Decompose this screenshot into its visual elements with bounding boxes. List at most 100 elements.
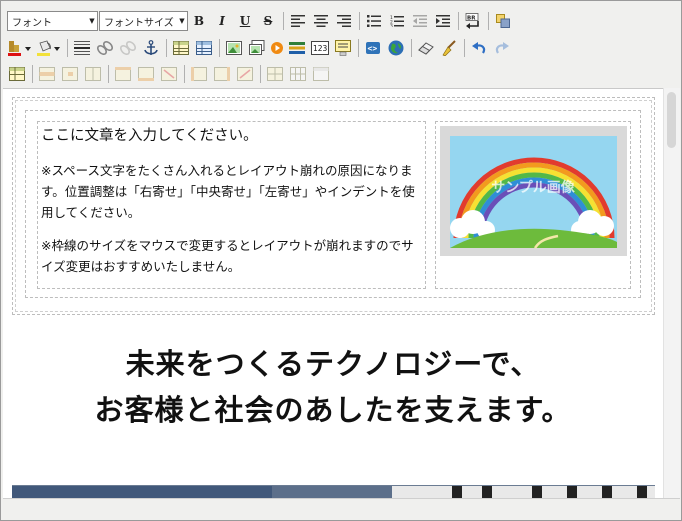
table-delete-button[interactable] (311, 64, 331, 84)
align-center-icon (314, 15, 328, 27)
layer-icon (496, 14, 510, 28)
align-center-button[interactable] (311, 11, 331, 31)
table-icon (173, 41, 189, 55)
line-break-button[interactable]: BR (463, 11, 483, 31)
bold-button[interactable]: B (189, 11, 209, 31)
character-count-button[interactable]: 123 (310, 38, 330, 58)
color-bars-icon (289, 42, 305, 54)
delete-column-button[interactable] (235, 64, 255, 84)
insert-column-after-button[interactable] (212, 64, 232, 84)
link-button[interactable] (95, 38, 115, 58)
layer-button[interactable] (493, 11, 513, 31)
unlink-button[interactable] (118, 38, 138, 58)
table-grid-icon (290, 67, 306, 81)
toolbar-row-3 (1, 62, 681, 86)
table-insert-button[interactable] (7, 64, 27, 84)
chevron-down-icon: ▼ (89, 17, 95, 25)
table-empty-icon (313, 67, 329, 81)
color-bars-button[interactable] (287, 38, 307, 58)
vertical-scrollbar[interactable] (663, 88, 680, 498)
anchor-button[interactable] (141, 38, 161, 58)
source-code-button[interactable]: <> (363, 38, 383, 58)
toolbar-separator (166, 39, 167, 57)
scrollbar-thumb[interactable] (667, 92, 676, 148)
insert-column-before-button[interactable] (189, 64, 209, 84)
image-icon (226, 41, 242, 55)
indent-button[interactable] (433, 11, 453, 31)
merge-table-cells-button[interactable] (288, 64, 308, 84)
globe-icon (388, 40, 404, 56)
photo-banner (12, 485, 655, 498)
media-button[interactable] (270, 38, 284, 58)
undo-button[interactable] (469, 38, 489, 58)
chevron-down-icon: ▼ (179, 17, 185, 25)
insert-row-before-button[interactable] (113, 64, 133, 84)
headline-line-1: 未来をつくるテクノロジーで、 (125, 347, 541, 381)
outdent-button[interactable] (410, 11, 430, 31)
text-color-icon (8, 41, 31, 56)
eraser-icon (418, 42, 434, 55)
paint-bucket-icon (37, 40, 60, 56)
toolbar-separator (488, 12, 489, 30)
toolbar-separator (411, 39, 412, 57)
italic-button[interactable]: I (212, 11, 232, 31)
split-cells-button[interactable] (265, 64, 285, 84)
underline-button[interactable]: U (235, 11, 255, 31)
number-icon: 123 (311, 41, 329, 55)
numbered-list-button[interactable]: 123 (387, 11, 407, 31)
font-size-select[interactable]: フォントサイズ ▼ (99, 11, 188, 31)
background-color-button[interactable] (36, 38, 62, 58)
table-properties-button[interactable] (194, 38, 214, 58)
image-gallery-icon (249, 40, 265, 55)
form-button[interactable] (333, 38, 353, 58)
cleanup-button[interactable] (439, 38, 459, 58)
indent-icon (436, 15, 450, 27)
toolbar-separator (108, 65, 109, 83)
row-delete-icon (161, 67, 177, 81)
bullet-list-button[interactable] (364, 11, 384, 31)
row-properties-button[interactable] (37, 64, 57, 84)
image-gallery-button[interactable] (247, 38, 267, 58)
body-paragraph: ※枠線のサイズをマウスで変更するとレイアウトが崩れますのでサイズ変更はおすすめい… (41, 238, 414, 274)
preview-button[interactable] (386, 38, 406, 58)
numbered-list-icon: 123 (390, 15, 404, 27)
svg-text:<>: <> (368, 44, 378, 53)
horizontal-rule-button[interactable] (72, 38, 92, 58)
body-paragraph: ※スペース文字をたくさん入れるとレイアウト崩れの原因になります。位置調整は「右寄… (41, 163, 415, 220)
toolbar-row-2: 123 <> (1, 36, 681, 60)
table-button[interactable] (171, 38, 191, 58)
svg-text:BR: BR (467, 16, 476, 22)
align-left-icon (291, 15, 305, 27)
align-left-button[interactable] (288, 11, 308, 31)
table-properties-icon (196, 41, 212, 55)
line-break-icon: BR (465, 13, 479, 29)
row-insert-icon (115, 67, 131, 81)
align-right-icon (337, 15, 351, 27)
redo-button[interactable] (492, 38, 512, 58)
merge-cells-button[interactable] (83, 64, 103, 84)
play-icon (271, 42, 283, 54)
toolbar-separator (260, 65, 261, 83)
form-icon (335, 40, 351, 56)
font-family-select-label: フォント (12, 17, 52, 29)
toolbar-row-1: フォント ▼ フォントサイズ ▼ B I U S 123 BR (1, 9, 681, 33)
toolbar-separator (184, 65, 185, 83)
toolbar-separator (219, 39, 220, 57)
cell-properties-button[interactable] (60, 64, 80, 84)
editor-content[interactable]: ここに文章を入力してください。 ※スペース文字をたくさん入れるとレイアウト崩れの… (3, 88, 663, 498)
text-cell[interactable]: ここに文章を入力してください。 ※スペース文字をたくさん入れるとレイアウト崩れの… (37, 121, 426, 289)
insert-row-after-button[interactable] (136, 64, 156, 84)
table-icon (9, 67, 25, 81)
eraser-button[interactable] (416, 38, 436, 58)
delete-row-button[interactable] (159, 64, 179, 84)
strikethrough-button[interactable]: S (258, 11, 278, 31)
insert-image-button[interactable] (224, 38, 244, 58)
toolbar-separator (359, 12, 360, 30)
sample-image[interactable]: サンプル画像 (440, 126, 627, 256)
text-color-button[interactable] (7, 38, 33, 58)
align-right-button[interactable] (334, 11, 354, 31)
toolbar-separator (67, 39, 68, 57)
table-split-icon (267, 67, 283, 81)
font-family-select[interactable]: フォント ▼ (7, 11, 98, 31)
toolbar-separator (464, 39, 465, 57)
